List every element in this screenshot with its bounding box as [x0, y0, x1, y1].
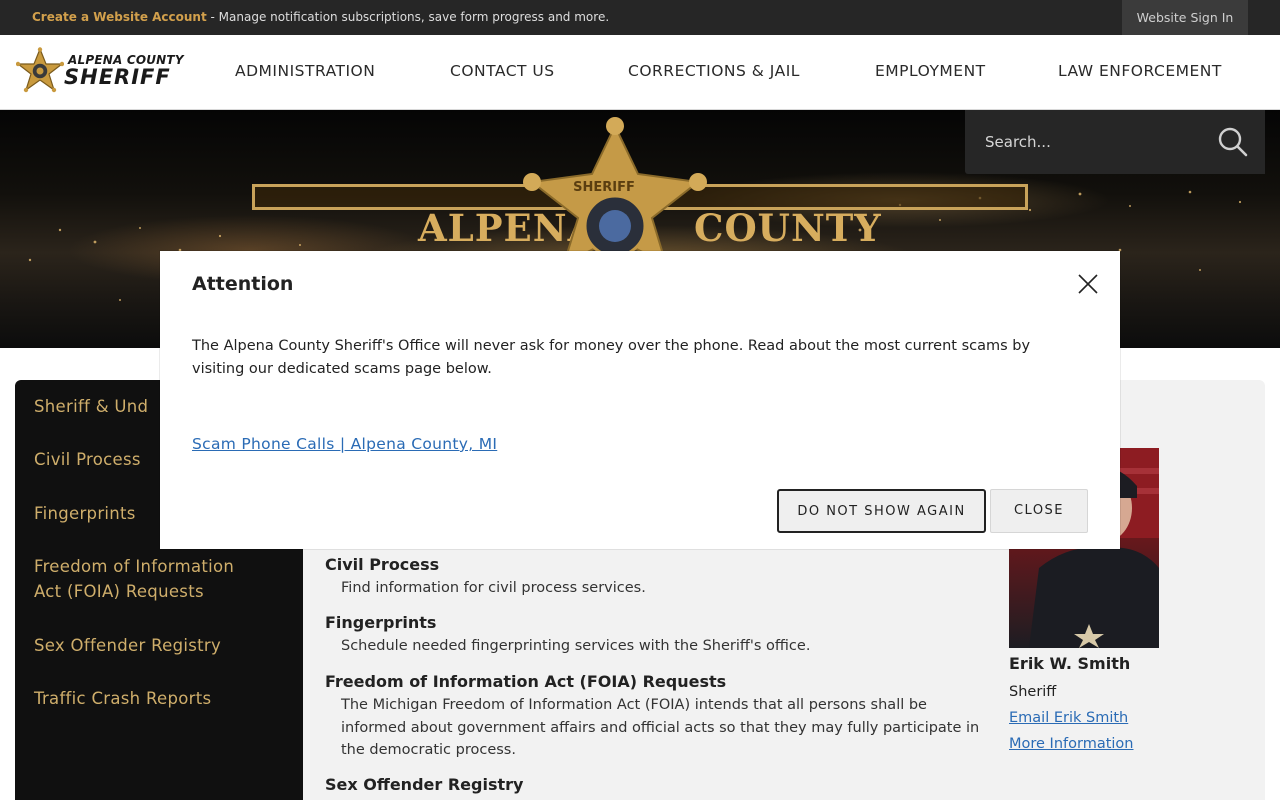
close-button[interactable]: CLOSE — [990, 489, 1088, 533]
dialog-message: The Alpena County Sheriff's Office will … — [192, 338, 1031, 377]
scam-phone-calls-link[interactable]: Scam Phone Calls | Alpena County, MI — [192, 435, 497, 453]
close-icon[interactable] — [1075, 271, 1101, 297]
do-not-show-again-button[interactable]: DO NOT SHOW AGAIN — [777, 489, 986, 533]
attention-dialog: Attention The Alpena County Sheriff's Of… — [160, 251, 1120, 549]
dialog-title: Attention — [192, 273, 294, 295]
